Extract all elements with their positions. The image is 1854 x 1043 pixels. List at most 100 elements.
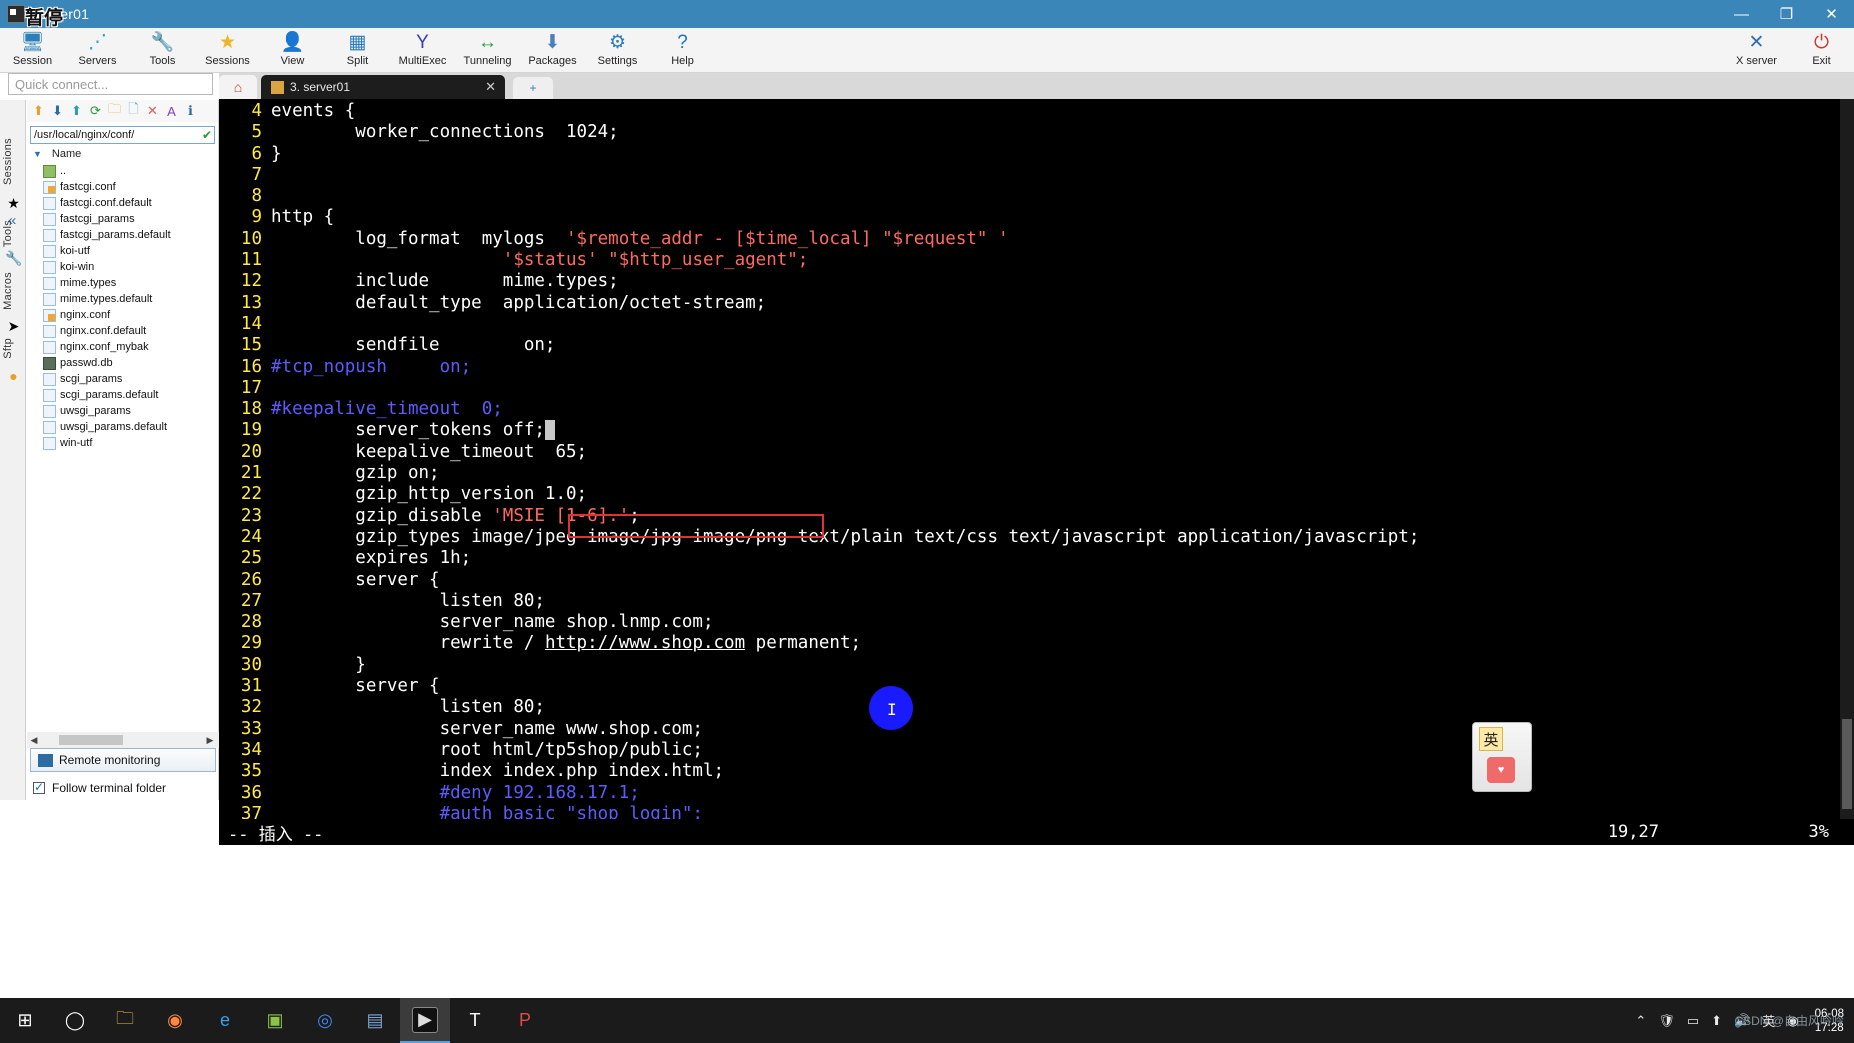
- toolbar-sessions[interactable]: ★ Sessions: [195, 28, 260, 73]
- chrome-browser[interactable]: ◎: [300, 998, 350, 1043]
- vtab-tools[interactable]: Tools: [2, 220, 24, 247]
- toolbar-servers[interactable]: ⋰ Servers: [65, 28, 130, 73]
- scroll-thumb[interactable]: [59, 735, 123, 745]
- toolbar-multiexec[interactable]: Y MultiExec: [390, 28, 455, 73]
- file-row[interactable]: scgi_params.default: [27, 387, 218, 403]
- sftp-horizontal-scrollbar[interactable]: ◀ ▶: [27, 732, 219, 748]
- pdf-reader[interactable]: P: [500, 998, 550, 1043]
- toolbar-tunneling[interactable]: ↔ Tunneling: [455, 28, 520, 73]
- file-row[interactable]: koi-win: [27, 259, 218, 275]
- file-row[interactable]: nginx.conf_mybak: [27, 339, 218, 355]
- sftp-path-bar[interactable]: /usr/local/nginx/conf/ ✔: [30, 126, 215, 144]
- send-icon[interactable]: ➤: [5, 318, 22, 335]
- file-row[interactable]: passwd.db: [27, 355, 218, 371]
- file-row[interactable]: nginx.conf.default: [27, 323, 218, 339]
- toolbar-split[interactable]: ▦ Split: [325, 28, 390, 73]
- vtab-sftp[interactable]: Sftp: [2, 338, 24, 359]
- file-row[interactable]: fastcgi.conf: [27, 179, 218, 195]
- file-name: passwd.db: [60, 357, 113, 369]
- file-row[interactable]: fastcgi_params.default: [27, 227, 218, 243]
- file-row[interactable]: scgi_params: [27, 371, 218, 387]
- new-tab-button[interactable]: +: [513, 77, 553, 99]
- line-number: 6: [251, 143, 262, 164]
- file-row[interactable]: uwsgi_params: [27, 403, 218, 419]
- terminal-text: }: [271, 143, 282, 164]
- minimize-button[interactable]: —: [1719, 0, 1764, 28]
- file-icon: [43, 404, 56, 418]
- file-icon: [43, 292, 56, 306]
- delete-icon[interactable]: ✕: [144, 103, 161, 120]
- text-cursor-block: [544, 420, 556, 441]
- ime-language-icon[interactable]: 英: [1479, 727, 1503, 751]
- file-icon: [43, 356, 56, 370]
- home-tab[interactable]: ⌂: [219, 75, 257, 99]
- toolbar-help[interactable]: ? Help: [650, 28, 715, 73]
- file-row[interactable]: ..: [27, 163, 218, 179]
- vtab-sessions[interactable]: Sessions: [2, 138, 24, 185]
- line-number: 18: [240, 399, 262, 420]
- new-folder-icon[interactable]: 🗀: [106, 101, 123, 120]
- file-row[interactable]: mime.types.default: [27, 291, 218, 307]
- ime-floating-widget[interactable]: 英 ♥: [1472, 722, 1532, 792]
- refresh-icon[interactable]: ⟳: [87, 103, 104, 120]
- scroll-left-icon[interactable]: ◀: [27, 735, 41, 746]
- start-button[interactable]: ⊞: [0, 998, 50, 1043]
- show-hidden-icons-icon[interactable]: ⌃: [1629, 1013, 1652, 1029]
- file-explorer[interactable]: 🗀: [100, 998, 150, 1043]
- quick-connect-input[interactable]: Quick connect...: [8, 73, 213, 95]
- toolbar-x-server[interactable]: ✕ X server: [1724, 28, 1789, 73]
- toolbar-exit[interactable]: ⏻ Exit: [1789, 28, 1854, 73]
- file-row[interactable]: win-utf: [27, 435, 218, 451]
- line-number: 30: [240, 654, 262, 675]
- maximize-button[interactable]: ❐: [1764, 0, 1809, 28]
- session-icon: 🖥: [20, 31, 45, 53]
- toolbar-tools[interactable]: 🔧 Tools: [130, 28, 195, 73]
- terminal-line: 33 server_name www.shop.com;: [219, 719, 1854, 740]
- info-icon[interactable]: ℹ: [182, 103, 199, 120]
- toolbar-packages[interactable]: ⬇ Packages: [520, 28, 585, 73]
- app-window[interactable]: ▤: [350, 998, 400, 1043]
- file-row[interactable]: koi-utf: [27, 243, 218, 259]
- scroll-right-icon[interactable]: ▶: [203, 735, 217, 746]
- file-row[interactable]: fastcgi.conf.default: [27, 195, 218, 211]
- new-file-icon[interactable]: 🗋: [125, 101, 142, 120]
- monitor-icon[interactable]: ▭: [1681, 1013, 1705, 1029]
- upload-icon[interactable]: ⬆: [1705, 1013, 1728, 1029]
- mobaxterm-terminal-icon: ▶: [412, 1006, 438, 1033]
- vtab-macros[interactable]: Macros: [2, 272, 24, 310]
- scroll-thumb[interactable]: [1842, 719, 1852, 809]
- terminal-viewport[interactable]: 4 events {5 worker_connections 1024; 6} 7 8 9…: [219, 99, 1854, 819]
- download-icon[interactable]: ⬇: [49, 103, 66, 120]
- file-row[interactable]: mime.types: [27, 275, 218, 291]
- star-icon[interactable]: ★: [5, 195, 22, 212]
- upload-icon[interactable]: ⬆: [68, 103, 85, 120]
- toolbar-view[interactable]: 👤 View: [260, 28, 325, 73]
- tab-server01[interactable]: 3. server01 ✕: [261, 75, 505, 99]
- terminal-scrollbar[interactable]: [1840, 99, 1854, 819]
- file-name: fastcgi.conf.default: [60, 197, 152, 209]
- cortana-button[interactable]: ◯: [50, 998, 100, 1043]
- security-icon[interactable]: 🛡: [1652, 1013, 1681, 1029]
- wrench-icon[interactable]: 🔧: [5, 250, 22, 267]
- line-number: 28: [240, 612, 262, 633]
- edge-browser[interactable]: e: [200, 998, 250, 1043]
- mobaxterm-terminal[interactable]: ▶: [400, 998, 450, 1043]
- close-icon[interactable]: ✕: [485, 79, 496, 95]
- photos-app[interactable]: ▣: [250, 998, 300, 1043]
- close-button[interactable]: ✕: [1809, 0, 1854, 28]
- follow-terminal-folder-checkbox[interactable]: [33, 780, 45, 794]
- typora-editor[interactable]: T: [450, 998, 500, 1043]
- follow-terminal-folder-row[interactable]: Follow terminal folder: [33, 780, 166, 795]
- toolbar-settings[interactable]: ⚙ Settings: [585, 28, 650, 73]
- globe-icon[interactable]: ●: [5, 368, 22, 385]
- file-row[interactable]: nginx.conf: [27, 307, 218, 323]
- file-row[interactable]: fastcgi_params: [27, 211, 218, 227]
- up-folder-icon[interactable]: ⬆: [30, 103, 47, 120]
- toolbar-session[interactable]: 🖥 Session: [0, 28, 65, 73]
- sftp-column-header[interactable]: ▼ Name: [27, 146, 218, 162]
- font-icon[interactable]: A: [163, 103, 180, 120]
- terminal-line: 26 server {: [219, 570, 1854, 591]
- firefox[interactable]: ◉: [150, 998, 200, 1043]
- remote-monitoring-button[interactable]: Remote monitoring: [30, 748, 216, 772]
- file-row[interactable]: uwsgi_params.default: [27, 419, 218, 435]
